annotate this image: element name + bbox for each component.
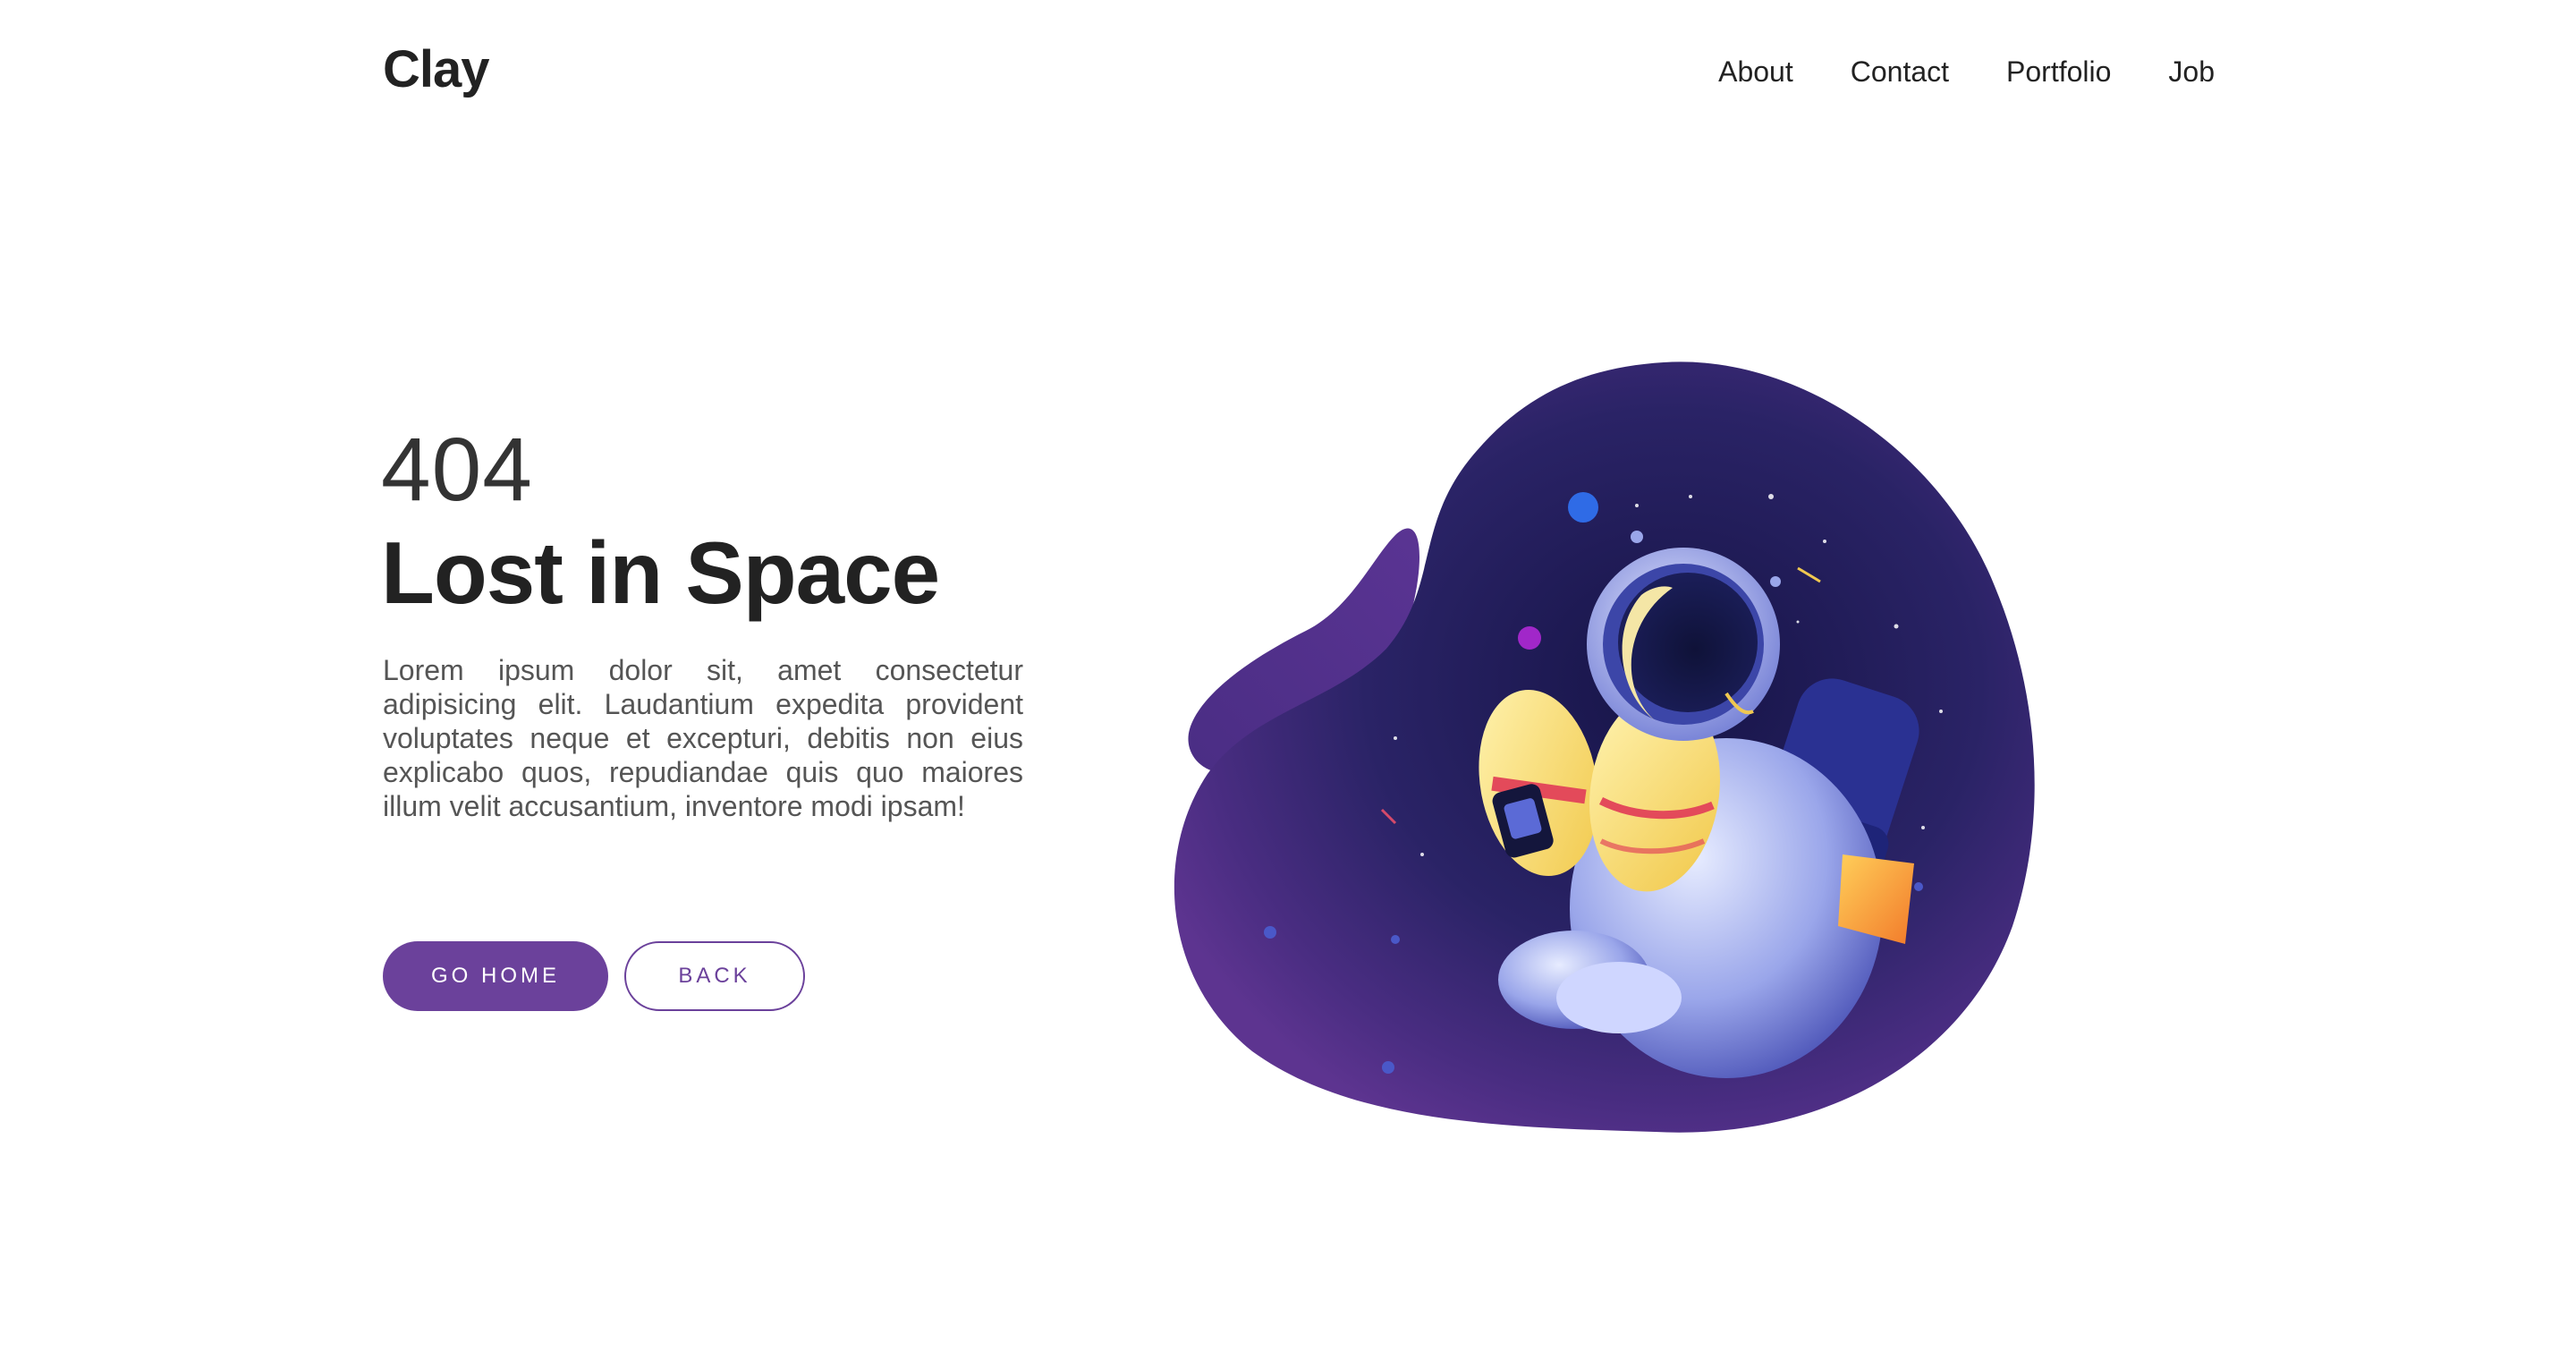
planet-icon xyxy=(1568,492,1598,523)
nav-link-portfolio[interactable]: Portfolio xyxy=(2006,55,2111,89)
page: Clay About Contact Portfolio Job 404 Los… xyxy=(0,0,2576,1360)
back-button[interactable]: BACK xyxy=(624,941,805,1011)
page-title: Lost in Space xyxy=(381,523,940,622)
go-home-button[interactable]: GO HOME xyxy=(383,941,608,1011)
description-text: Lorem ipsum dolor sit, amet consectetur … xyxy=(383,654,1023,822)
planet-icon xyxy=(1914,882,1923,891)
nav-link-contact[interactable]: Contact xyxy=(1851,55,1949,89)
planet-icon xyxy=(1391,935,1400,944)
nav-link-about[interactable]: About xyxy=(1718,55,1793,89)
astronaut-illustration xyxy=(1174,361,2035,1133)
main-nav: About Contact Portfolio Job xyxy=(1718,55,2215,89)
nav-link-job[interactable]: Job xyxy=(2168,55,2215,89)
logo[interactable]: Clay xyxy=(383,39,490,99)
planet-icon xyxy=(1264,926,1276,939)
planet-icon xyxy=(1518,626,1541,650)
planet-icon xyxy=(1382,1061,1394,1074)
error-code: 404 xyxy=(381,420,533,520)
